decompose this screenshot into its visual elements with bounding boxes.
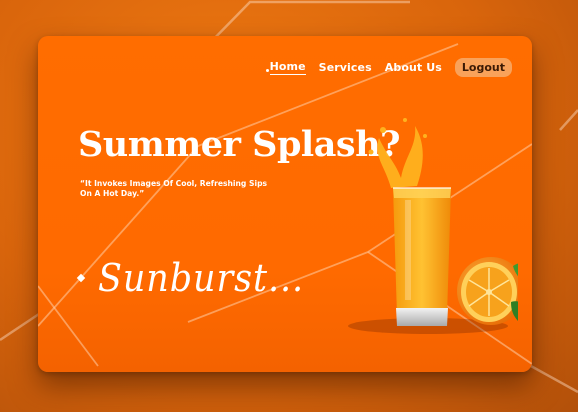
nav-about-link[interactable]: About Us xyxy=(385,61,442,74)
logout-button[interactable]: Logout xyxy=(454,58,512,77)
nav-services-link[interactable]: Services xyxy=(319,61,372,74)
diamond-icon xyxy=(76,273,86,283)
landing-card: Home Services About Us Logout Summer Spl… xyxy=(38,36,532,372)
tagline-text: Sunburst... xyxy=(98,256,305,300)
top-nav: Home Services About Us Logout xyxy=(265,58,512,77)
juice-glass-with-orange-icon xyxy=(348,118,518,334)
hero-tagline: Sunburst... xyxy=(76,256,322,300)
hero-quote: “It Invokes Images Of Cool, Refreshing S… xyxy=(80,179,268,198)
nav-home-link[interactable]: Home xyxy=(265,60,306,75)
